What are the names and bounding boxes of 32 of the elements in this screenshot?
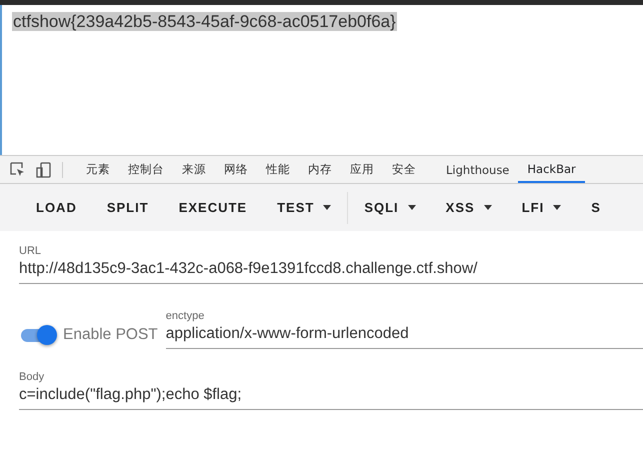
toolbar-button[interactable]: LOAD	[22, 194, 91, 221]
devtools-tab[interactable]: 性能	[257, 156, 299, 183]
body-field[interactable]: c=include("flag.php");echo $flag;	[19, 383, 643, 410]
selected-text: ctfshow{239a42b5-8543-45af-9c68-ac0517eb0f6a}	[12, 12, 397, 31]
devtools-tab[interactable]: 控制台	[119, 156, 173, 183]
url-label: URL	[19, 245, 42, 257]
caret-icon	[408, 205, 416, 210]
body-label: Body	[19, 371, 46, 383]
caret-icon	[323, 205, 332, 210]
enctype-select[interactable]: application/x-www-form-urlencoded	[166, 322, 643, 349]
menu-button[interactable]: XSS	[432, 194, 506, 221]
devtools-tab[interactable]: 内存	[299, 156, 341, 183]
devtools-tab[interactable]: 元素	[77, 156, 119, 183]
menu-button[interactable]: TEST	[263, 194, 346, 221]
url-field[interactable]: http://48d135c9-3ac1-432c-a068-f9e1391fccd8.challenge.ctf.show/	[19, 257, 643, 284]
devtools-tab[interactable]: 网络	[215, 156, 257, 183]
enable-post-switch[interactable]	[19, 324, 57, 346]
enable-post-label: Enable POST	[63, 326, 158, 344]
menu-button[interactable]: SQLI	[350, 194, 430, 221]
devtools-tab[interactable]: 来源	[173, 156, 215, 183]
caret-icon	[484, 205, 492, 210]
menu-button[interactable]: LFI	[508, 194, 576, 221]
inspect-icon[interactable]	[10, 162, 26, 178]
enctype-label: enctype	[166, 310, 206, 322]
toolbar-button[interactable]: EXECUTE	[164, 194, 262, 221]
devtools-tab[interactable]: Lighthouse	[437, 156, 518, 183]
devtools-tab[interactable]: 应用	[341, 156, 383, 183]
devtools-tab[interactable]: 安全	[383, 156, 425, 183]
toolbar-button[interactable]: SPLIT	[92, 194, 163, 221]
device-toolbar-icon[interactable]	[36, 162, 52, 178]
toolbar-button[interactable]: S	[577, 194, 615, 221]
caret-icon	[553, 205, 562, 210]
